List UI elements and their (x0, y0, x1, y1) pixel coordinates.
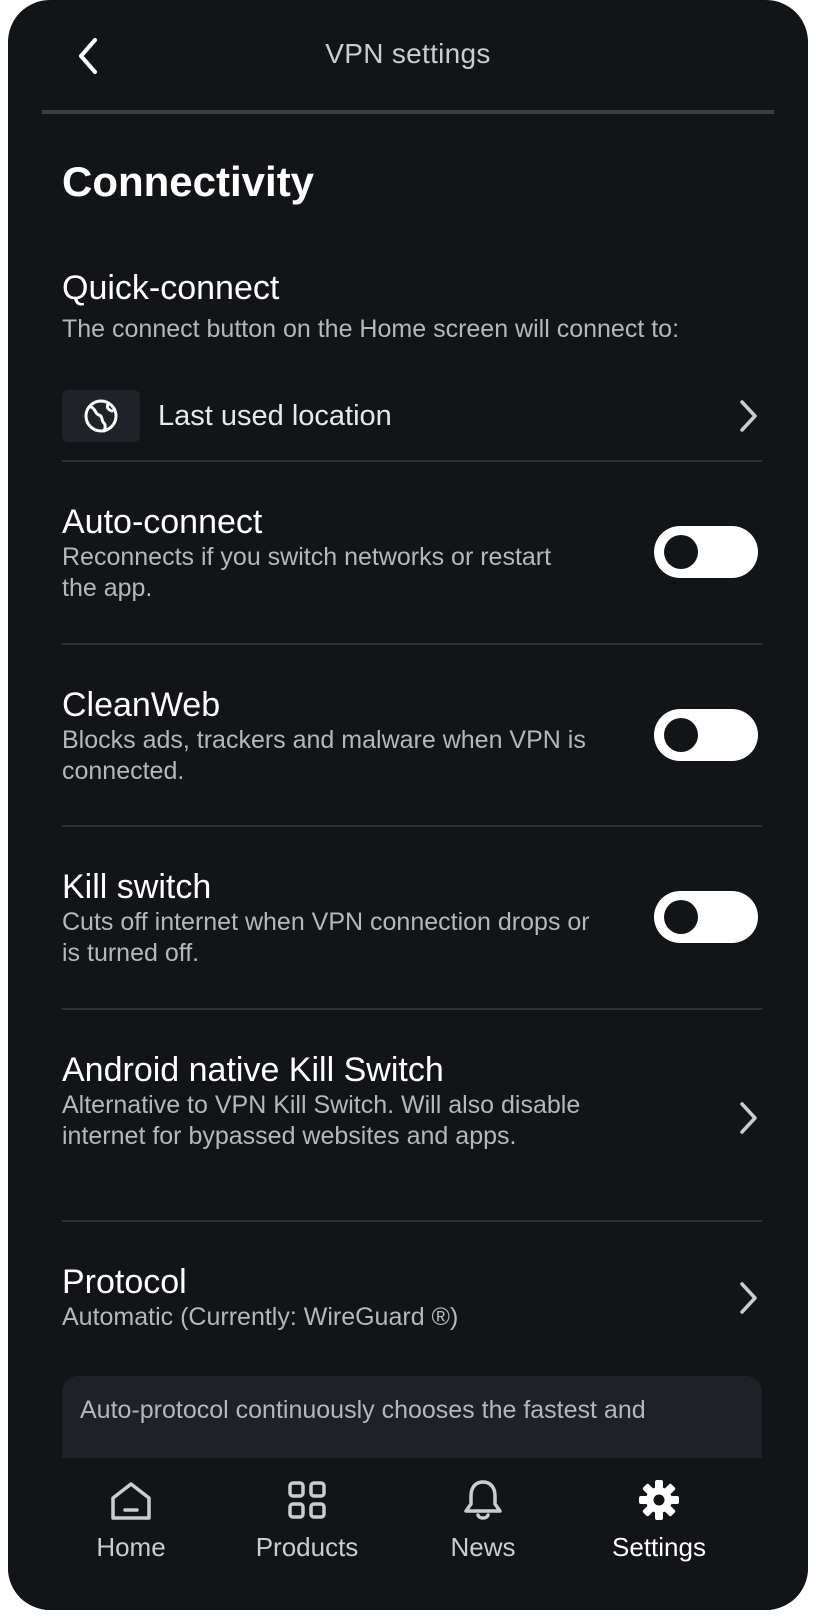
nav-label: Products (255, 1532, 359, 1562)
divider (62, 1220, 762, 1222)
setting-text: CleanWeb Blocks ads, trackers and malwar… (62, 685, 592, 787)
setting-title: Kill switch (62, 868, 212, 906)
kill-switch-toggle[interactable] (654, 891, 758, 943)
setting-title: Android native Kill Switch (62, 1051, 444, 1089)
nav-home[interactable]: Home (41, 1458, 221, 1578)
app-screen: VPN settings Connectivity Quick-connect … (8, 0, 808, 1610)
location-icon-box (62, 390, 140, 442)
setting-description: Reconnects if you switch networks or res… (62, 543, 552, 602)
divider (62, 643, 762, 645)
setting-title: Auto-connect (62, 503, 263, 541)
setting-protocol[interactable]: Protocol Automatic (Currently: WireGuard… (62, 1262, 762, 1342)
quick-connect-location-row[interactable]: Last used location (62, 376, 762, 456)
setting-title: CleanWeb (62, 686, 221, 724)
protocol-info-text: Auto-protocol continuously chooses the f… (80, 1396, 646, 1424)
setting-cleanweb[interactable]: CleanWeb Blocks ads, trackers and malwar… (62, 685, 762, 787)
bottom-navigation: Home Products News Settings (8, 1458, 808, 1610)
gear-icon (637, 1478, 681, 1522)
chevron-right-icon (734, 1278, 762, 1318)
nav-settings[interactable]: Settings (569, 1458, 749, 1578)
section-title: Connectivity (62, 158, 315, 205)
setting-description: Blocks ads, trackers and malware when VP… (62, 726, 586, 785)
globe-icon (84, 399, 118, 433)
setting-title: Protocol (62, 1263, 187, 1301)
location-label: Last used location (158, 399, 392, 432)
chevron-right-icon (734, 1098, 762, 1138)
settings-list[interactable]: Connectivity Quick-connect The connect b… (8, 114, 808, 1458)
cleanweb-toggle[interactable] (654, 709, 758, 761)
nav-label: Settings (612, 1532, 706, 1562)
quick-connect-description: The connect button on the Home screen wi… (62, 315, 680, 343)
divider (62, 1008, 762, 1010)
nav-products[interactable]: Products (217, 1458, 397, 1578)
setting-auto-connect[interactable]: Auto-connect Reconnects if you switch ne… (62, 502, 762, 604)
nav-label: News (450, 1532, 516, 1562)
auto-connect-toggle[interactable] (654, 526, 758, 578)
quick-connect-title: Quick-connect (62, 269, 280, 307)
bell-icon (462, 1478, 504, 1522)
divider (62, 460, 762, 462)
setting-description: Alternative to VPN Kill Switch. Will als… (62, 1091, 581, 1150)
top-app-bar: VPN settings (8, 0, 808, 114)
protocol-info-box: Auto-protocol continuously chooses the f… (62, 1376, 762, 1458)
nav-news[interactable]: News (393, 1458, 573, 1578)
setting-text: Android native Kill Switch Alternative t… (62, 1050, 592, 1152)
setting-kill-switch[interactable]: Kill switch Cuts off internet when VPN c… (62, 867, 762, 969)
setting-text: Kill switch Cuts off internet when VPN c… (62, 867, 592, 969)
grid-icon (287, 1478, 327, 1522)
setting-text: Auto-connect Reconnects if you switch ne… (62, 502, 592, 604)
setting-description: Cuts off internet when VPN connection dr… (62, 908, 590, 967)
quick-connect-header: Quick-connect The connect button on the … (62, 268, 762, 345)
setting-android-kill-switch[interactable]: Android native Kill Switch Alternative t… (62, 1050, 762, 1190)
nav-label: Home (96, 1532, 166, 1562)
chevron-right-icon (734, 396, 762, 436)
divider (62, 825, 762, 827)
setting-description: Automatic (Currently: WireGuard ®) (62, 1303, 459, 1331)
page-title: VPN settings (325, 38, 491, 69)
setting-text: Protocol Automatic (Currently: WireGuard… (62, 1262, 592, 1333)
home-icon (109, 1478, 153, 1522)
